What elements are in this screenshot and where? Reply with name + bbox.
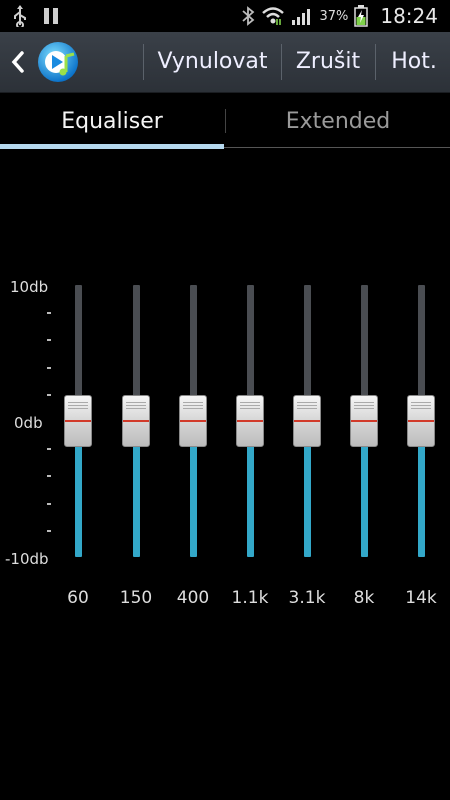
action-divider — [281, 44, 282, 80]
scale-min-label: -10db — [5, 550, 49, 568]
thumb-grip — [183, 402, 203, 410]
cancel-button[interactable]: Zrušit — [286, 42, 370, 82]
thumb-center-line — [351, 420, 377, 422]
action-divider — [375, 44, 376, 80]
thumb-center-line — [123, 420, 149, 422]
battery-percent: 37% — [319, 8, 349, 24]
reset-button[interactable]: Vynulovat — [150, 42, 275, 82]
band-frequency-label: 3.1k — [288, 588, 326, 608]
band-frequency-label: 400 — [176, 588, 210, 608]
thumb-grip — [126, 402, 146, 410]
slider-thumb[interactable] — [179, 395, 207, 447]
band-frequency-label: 14k — [405, 588, 437, 608]
scale-tick — [47, 394, 51, 396]
slider-thumb[interactable] — [122, 395, 150, 447]
signal-icon — [291, 6, 313, 26]
tab-bar: Equaliser Extended — [0, 93, 450, 151]
slider-thumb[interactable] — [236, 395, 264, 447]
back-chevron-icon[interactable] — [9, 49, 27, 75]
slider-thumb[interactable] — [293, 395, 321, 447]
scale-tick — [47, 530, 51, 532]
action-divider — [143, 44, 144, 80]
tab-underline — [224, 147, 450, 148]
active-tab-indicator — [0, 144, 224, 149]
wifi-icon — [261, 6, 285, 26]
scale-tick — [47, 339, 51, 341]
scale-tick — [47, 475, 51, 477]
band-frequency-label: 1.1k — [231, 588, 269, 608]
thumb-center-line — [180, 420, 206, 422]
thumb-grip — [240, 402, 260, 410]
clock: 18:24 — [380, 4, 438, 28]
band-frequency-label: 8k — [353, 588, 375, 608]
music-player-icon[interactable] — [36, 40, 80, 84]
thumb-grip — [411, 402, 431, 410]
slider-thumb[interactable] — [407, 395, 435, 447]
slider-thumb[interactable] — [350, 395, 378, 447]
thumb-center-line — [65, 420, 91, 422]
tab-extended[interactable]: Extended — [226, 93, 450, 149]
scale-zero-label: 0db — [14, 414, 43, 432]
thumb-center-line — [294, 420, 320, 422]
scale-max-label: 10db — [10, 278, 49, 296]
action-bar: Vynulovat Zrušit Hot. — [0, 32, 450, 93]
scale-tick — [47, 312, 51, 314]
battery-charging-icon — [354, 5, 369, 27]
bluetooth-icon — [241, 6, 255, 26]
band-frequency-label: 60 — [67, 588, 89, 608]
thumb-grip — [297, 402, 317, 410]
band-frequency-label: 150 — [119, 588, 153, 608]
pause-icon — [42, 7, 60, 25]
tab-equaliser[interactable]: Equaliser — [0, 93, 224, 149]
done-button[interactable]: Hot. — [380, 42, 448, 82]
slider-thumb[interactable] — [64, 395, 92, 447]
scale-tick — [47, 503, 51, 505]
thumb-grip — [354, 402, 374, 410]
thumb-grip — [68, 402, 88, 410]
scale-tick — [47, 367, 51, 369]
scale-tick — [47, 448, 51, 450]
usb-icon — [12, 5, 28, 27]
thumb-center-line — [408, 420, 434, 422]
status-bar: 37% 18:24 — [0, 0, 450, 32]
thumb-center-line — [237, 420, 263, 422]
